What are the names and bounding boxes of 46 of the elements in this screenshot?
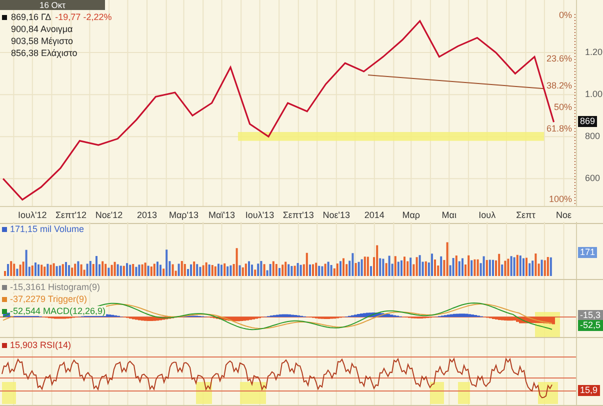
quote-detail: 903,58 Μέγιστο (11, 36, 74, 46)
axis-label: Νοε'12 (95, 210, 123, 220)
axis-label: Σεπτ'13 (282, 210, 314, 220)
axis-label: Ιουλ (478, 210, 496, 220)
series-marker (2, 14, 7, 20)
fibonacci-label: 23.6% (546, 53, 572, 64)
legend-label: -15,3161 Histogram(9) (10, 282, 100, 292)
axis-label: 600 (585, 172, 600, 183)
axis-label: 2013 (136, 210, 158, 220)
axis-label: Ιουλ'12 (18, 210, 47, 220)
last-price: 869,16 ΓΔ (11, 12, 52, 22)
highlight-band (458, 382, 470, 404)
quote-detail: 856,38 Ελάχιστο (11, 48, 78, 58)
legend-label: 15,903 RSI(14) (10, 340, 72, 350)
highlight-band (430, 382, 444, 404)
axis-label: Ιουλ'13 (245, 210, 274, 220)
highlight-band (2, 382, 16, 404)
axis-label: 1.20 (585, 46, 603, 57)
value-tag: 171 (578, 247, 598, 258)
value-tag: -52,5 (578, 320, 603, 331)
axis-label: 800 (585, 130, 600, 141)
axis-label: Μαρ (402, 210, 420, 220)
quote-detail: 900,84 Ανοιγμα (11, 24, 73, 34)
axis-label: Σεπτ (516, 210, 536, 220)
fibonacci-label: 100% (548, 194, 572, 204)
value-tag: 15,9 (578, 385, 600, 396)
axis-label: Μαι (442, 210, 456, 220)
date-header: 16 Οκτ (0, 0, 105, 10)
axis-label: Νοε'13 (322, 210, 350, 220)
fibonacci-label: 0% (558, 10, 572, 20)
axis-label: 1.00 (585, 88, 603, 99)
fibonacci-label: 50% (554, 102, 572, 112)
axis-label: Μαρ'13 (168, 210, 199, 220)
axis-label: Μαϊ'13 (208, 210, 235, 220)
axis-label: Σεπτ'12 (55, 210, 87, 220)
axis-label: 2014 (364, 210, 384, 220)
highlight-band (240, 382, 266, 404)
legend-label: 171,15 mil Volume (10, 224, 84, 234)
legend-label: -52,544 MACD(12,26,9) (10, 306, 106, 316)
fibonacci-label: 61.8% (546, 124, 572, 134)
fibonacci-label: 38.2% (546, 80, 572, 90)
value-tag: -15,3 (578, 310, 603, 321)
axis-label: Νοε (556, 210, 572, 220)
price-change: -19,77 -2,22% (55, 12, 112, 22)
legend-label: -37,2279 Trigger(9) (10, 294, 88, 304)
price-tag: 869 (578, 116, 598, 128)
